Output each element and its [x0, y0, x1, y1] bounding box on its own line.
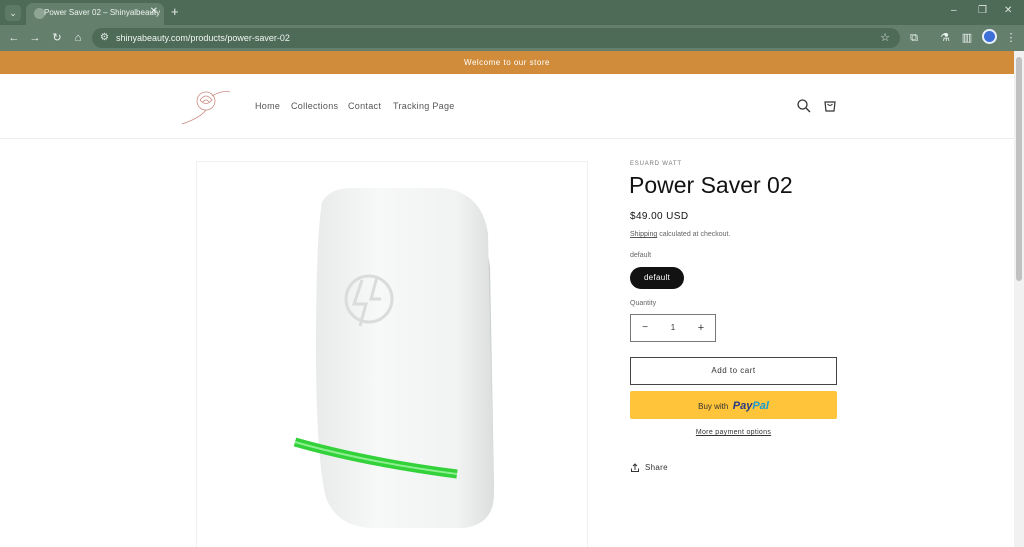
restore-button[interactable]: ❐	[978, 5, 987, 16]
store-header: Home Collections Contact Tracking Page	[0, 74, 1014, 139]
share-button[interactable]: Share	[630, 463, 668, 473]
quantity-input[interactable]: 1	[659, 315, 687, 341]
tab-title: Power Saver 02 – Shinyalbeauty	[44, 8, 161, 17]
product-vendor: ESUARD WATT	[630, 161, 682, 167]
tab-close-icon[interactable]: ✕	[150, 6, 158, 17]
announcement-bar: Welcome to our store	[0, 51, 1014, 74]
labs-flask-icon[interactable]: ⚗	[937, 30, 953, 46]
new-tab-button[interactable]: +	[171, 4, 179, 20]
shipping-link[interactable]: Shipping	[630, 231, 657, 238]
browser-tab-active[interactable]: Power Saver 02 – Shinyalbeauty ✕	[26, 3, 164, 25]
profile-avatar-icon[interactable]	[982, 29, 997, 44]
search-icon[interactable]	[796, 98, 812, 114]
product-image	[293, 188, 494, 528]
scrollbar-thumb[interactable]	[1016, 57, 1022, 281]
extensions-icon[interactable]: ⧉	[906, 30, 922, 46]
nav-contact[interactable]: Contact	[348, 101, 381, 111]
site-info-icon[interactable]: ⚙	[100, 32, 109, 44]
url-text: shinyabeauty.com/products/power-saver-02	[116, 33, 290, 43]
paypal-logo-pay: Pay	[732, 400, 753, 412]
more-payment-options-link[interactable]: More payment options	[630, 429, 837, 436]
back-arrow-icon[interactable]: ←	[6, 30, 22, 46]
variant-label: default	[630, 252, 652, 259]
quantity-decrease-button[interactable]: −	[631, 315, 659, 341]
bookmark-star-icon[interactable]: ☆	[880, 31, 890, 44]
share-label: Share	[645, 463, 668, 473]
home-icon[interactable]: ⌂	[70, 30, 86, 46]
cart-icon[interactable]	[822, 98, 838, 114]
paypal-button[interactable]: Buy with PayPal	[630, 391, 837, 419]
side-panel-icon[interactable]: ▥	[959, 30, 975, 46]
forward-arrow-icon[interactable]: →	[27, 30, 43, 46]
tab-search-button[interactable]: ⌄	[5, 5, 21, 21]
add-to-cart-button[interactable]: Add to cart	[630, 357, 837, 385]
quantity-increase-button[interactable]: +	[687, 315, 715, 341]
store-logo[interactable]	[178, 86, 234, 126]
share-icon	[631, 463, 639, 472]
reload-icon[interactable]: ↻	[49, 30, 65, 46]
variant-option-default[interactable]: default	[630, 267, 684, 289]
menu-kebab-icon[interactable]: ⋮	[1003, 30, 1019, 46]
nav-tracking-page[interactable]: Tracking Page	[393, 101, 455, 111]
paypal-logo-pal: Pal	[752, 400, 769, 412]
nav-collections[interactable]: Collections	[291, 101, 338, 111]
tax-note: Shipping calculated at checkout.	[630, 231, 730, 238]
quantity-label: Quantity	[630, 300, 657, 307]
tax-note-text: calculated at checkout.	[657, 231, 731, 238]
product-title: Power Saver 02	[629, 172, 793, 198]
product-image-gallery[interactable]	[196, 161, 588, 547]
product-price: $49.00 USD	[630, 211, 689, 222]
web-page: Welcome to our store Home Collections Co…	[0, 51, 1014, 547]
nav-home[interactable]: Home	[255, 101, 280, 111]
address-bar[interactable]: ⚙ shinyabeauty.com/products/power-saver-…	[92, 28, 900, 48]
page-scrollbar[interactable]	[1014, 51, 1024, 547]
tab-strip: ⌄ Power Saver 02 – Shinyalbeauty ✕ + – ❐…	[0, 0, 1024, 25]
quantity-stepper: − 1 +	[630, 314, 716, 342]
minimize-button[interactable]: –	[951, 5, 957, 16]
paypal-prefix: Buy with	[698, 402, 729, 411]
close-window-button[interactable]: ✕	[1004, 5, 1012, 16]
browser-window: ⌄ Power Saver 02 – Shinyalbeauty ✕ + – ❐…	[0, 0, 1024, 547]
browser-toolbar: ← → ↻ ⌂ ⚙ shinyabeauty.com/products/powe…	[0, 25, 1024, 51]
